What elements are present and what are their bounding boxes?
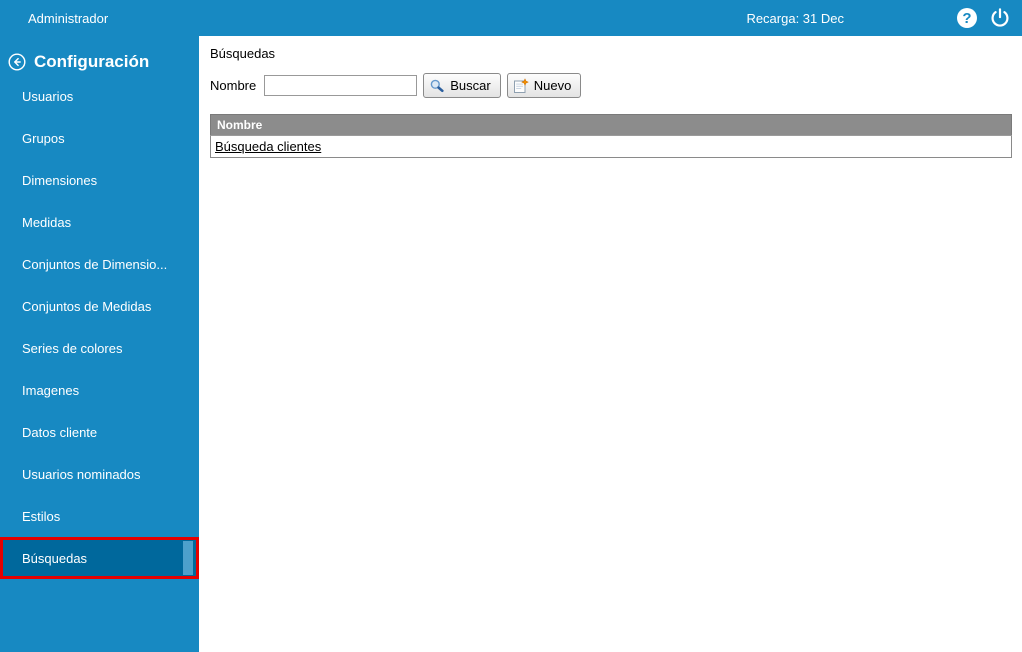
back-arrow-icon: [8, 52, 26, 71]
sidebar-item-label: Datos cliente: [22, 424, 98, 440]
sidebar-item-medidas[interactable]: Medidas: [0, 201, 199, 243]
question-circle-icon: ?: [957, 8, 977, 28]
topbar: Administrador Recarga: 31 Dec ?: [0, 0, 1022, 36]
sidebar-item-label: Usuarios nominados: [22, 466, 141, 482]
new-button[interactable]: Nuevo: [506, 73, 582, 98]
logged-in-user-label: Administrador: [28, 10, 109, 26]
magnifier-icon: [429, 78, 445, 94]
sidebar-item-dimensiones[interactable]: Dimensiones: [0, 159, 199, 201]
table-row: Búsqueda clientes: [210, 135, 1012, 158]
sidebar: Configuración Usuarios Grupos Dimensiones M…: [0, 36, 199, 652]
sidebar-item-usuarios[interactable]: Usuarios: [0, 75, 199, 117]
row-link[interactable]: Búsqueda clientes: [215, 139, 321, 154]
sidebar-item-usuarios-nominados[interactable]: Usuarios nominados: [0, 453, 199, 495]
sidebar-menu: Usuarios Grupos Dimensiones Medidas Conjunto…: [0, 75, 199, 579]
table-cell-nombre: Búsqueda clientes: [210, 135, 1012, 158]
sidebar-item-label: Usuarios: [22, 88, 74, 104]
logout-button[interactable]: [989, 7, 1011, 29]
main-content: Búsquedas Nombre Buscar Nuevo Nombre Bús…: [199, 36, 1022, 652]
sidebar-item-estilos[interactable]: Estilos: [0, 495, 199, 537]
reload-date-label: Recarga: 31 Dec: [746, 10, 844, 26]
sidebar-item-label: Series de colores: [22, 340, 123, 356]
search-button-label: Buscar: [450, 78, 491, 93]
table-header-row: Nombre: [210, 114, 1012, 136]
new-button-label: Nuevo: [533, 78, 572, 93]
sidebar-item-datos-cliente[interactable]: Datos cliente: [0, 411, 199, 453]
selected-item-scroll-strip: [183, 541, 193, 575]
name-label: Nombre: [210, 78, 257, 93]
page-title: Búsquedas: [210, 46, 276, 61]
sidebar-item-label: Medidas: [22, 214, 72, 230]
column-header-nombre: Nombre: [210, 114, 1012, 136]
power-icon: [991, 8, 1009, 27]
sidebar-item-imagenes[interactable]: Imagenes: [0, 369, 199, 411]
name-input[interactable]: [264, 75, 418, 96]
sidebar-item-conjuntos-de-medidas[interactable]: Conjuntos de Medidas: [0, 285, 199, 327]
search-button[interactable]: Buscar: [423, 73, 501, 98]
sidebar-item-busquedas[interactable]: Búsquedas: [0, 537, 199, 579]
sidebar-item-label: Estilos: [22, 508, 61, 524]
sidebar-item-label: Conjuntos de Dimensio...: [22, 256, 168, 272]
sidebar-item-grupos[interactable]: Grupos: [0, 117, 199, 159]
app-screen: Administrador Recarga: 31 Dec ? Configur…: [0, 0, 1022, 652]
new-document-icon: [513, 77, 529, 94]
search-form: Nombre Buscar Nuevo: [210, 73, 1012, 98]
help-button[interactable]: ?: [956, 7, 978, 29]
sidebar-item-label: Dimensiones: [22, 172, 98, 188]
sidebar-item-label: Conjuntos de Medidas: [22, 298, 152, 314]
sidebar-item-conjuntos-de-dimensiones[interactable]: Conjuntos de Dimensio...: [0, 243, 199, 285]
sidebar-item-series-de-colores[interactable]: Series de colores: [0, 327, 199, 369]
results-table: Nombre Búsqueda clientes: [210, 114, 1012, 158]
topbar-right: Recarga: 31 Dec ?: [746, 7, 1022, 29]
sidebar-item-label: Imagenes: [22, 382, 80, 398]
sidebar-header[interactable]: Configuración: [0, 36, 199, 75]
sidebar-item-label: Búsquedas: [22, 550, 88, 566]
sidebar-item-label: Grupos: [22, 130, 65, 146]
sidebar-title: Configuración: [34, 51, 150, 71]
